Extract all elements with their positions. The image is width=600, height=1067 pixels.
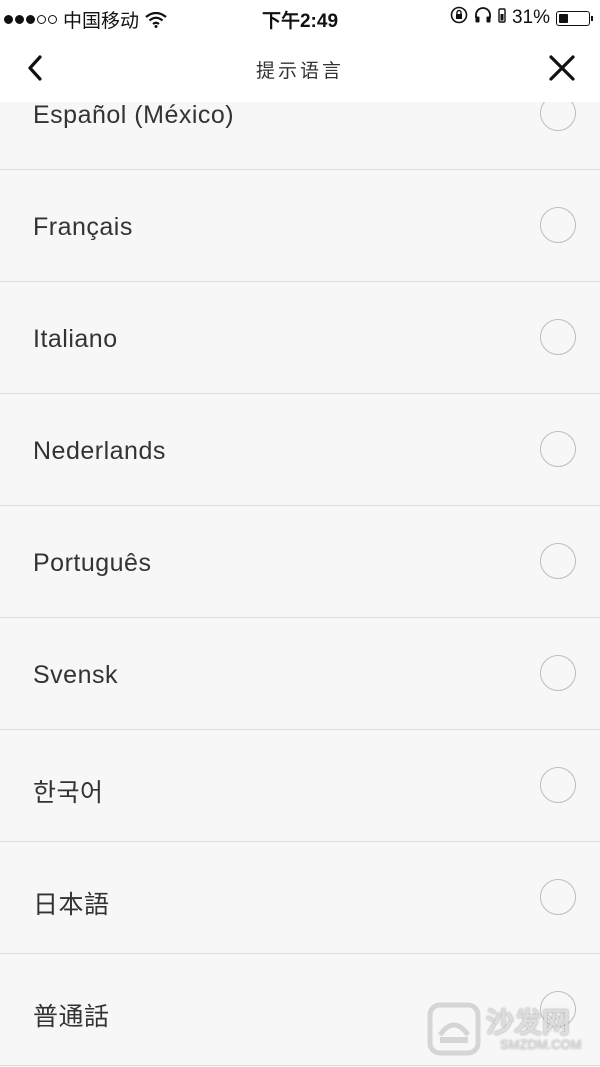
radio-button[interactable] bbox=[540, 431, 576, 467]
nav-bar: 提示语言 bbox=[0, 34, 600, 102]
battery-percent: 31% bbox=[511, 7, 550, 28]
page-title: 提示语言 bbox=[255, 61, 344, 82]
language-label: Français bbox=[33, 213, 133, 241]
radio-button[interactable] bbox=[540, 767, 576, 803]
close-button[interactable] bbox=[544, 50, 580, 86]
battery-icon bbox=[556, 10, 593, 26]
language-label: 한국어 bbox=[33, 779, 104, 807]
language-row[interactable]: Svensk bbox=[0, 618, 600, 730]
language-label: Svensk bbox=[33, 661, 118, 689]
language-label: 日本語 bbox=[33, 891, 110, 919]
watermark: 沙发网 SMZDM.COM bbox=[426, 999, 596, 1059]
language-row[interactable]: Nederlands bbox=[0, 394, 600, 506]
bluetooth-battery-icon bbox=[498, 6, 506, 30]
language-label: 普通話 bbox=[33, 1003, 110, 1031]
headphones-icon bbox=[474, 6, 492, 30]
rotation-lock-icon bbox=[450, 6, 468, 30]
radio-button[interactable] bbox=[540, 543, 576, 579]
language-row[interactable]: 日本語 bbox=[0, 842, 600, 954]
language-label: Español (México) bbox=[33, 101, 235, 129]
language-row[interactable]: Italiano bbox=[0, 282, 600, 394]
language-row[interactable]: 한국어 bbox=[0, 730, 600, 842]
close-icon bbox=[549, 55, 575, 81]
language-row[interactable]: Français bbox=[0, 170, 600, 282]
watermark-title: 沙发网 bbox=[486, 1007, 571, 1038]
language-label: Português bbox=[33, 549, 152, 577]
status-bar: 中国移动 下午2:49 31% bbox=[0, 0, 600, 34]
watermark-subtitle: SMZDM.COM bbox=[500, 1037, 582, 1052]
status-right: 31% bbox=[450, 6, 593, 30]
radio-button[interactable] bbox=[540, 879, 576, 915]
language-list: Español (México) Français Italiano Nederlan… bbox=[0, 58, 600, 1066]
language-label: Nederlands bbox=[33, 437, 166, 465]
language-row[interactable]: Português bbox=[0, 506, 600, 618]
radio-button[interactable] bbox=[540, 319, 576, 355]
radio-button[interactable] bbox=[540, 207, 576, 243]
radio-button[interactable] bbox=[540, 655, 576, 691]
watermark-logo-icon bbox=[427, 1002, 481, 1056]
language-label: Italiano bbox=[33, 325, 118, 353]
